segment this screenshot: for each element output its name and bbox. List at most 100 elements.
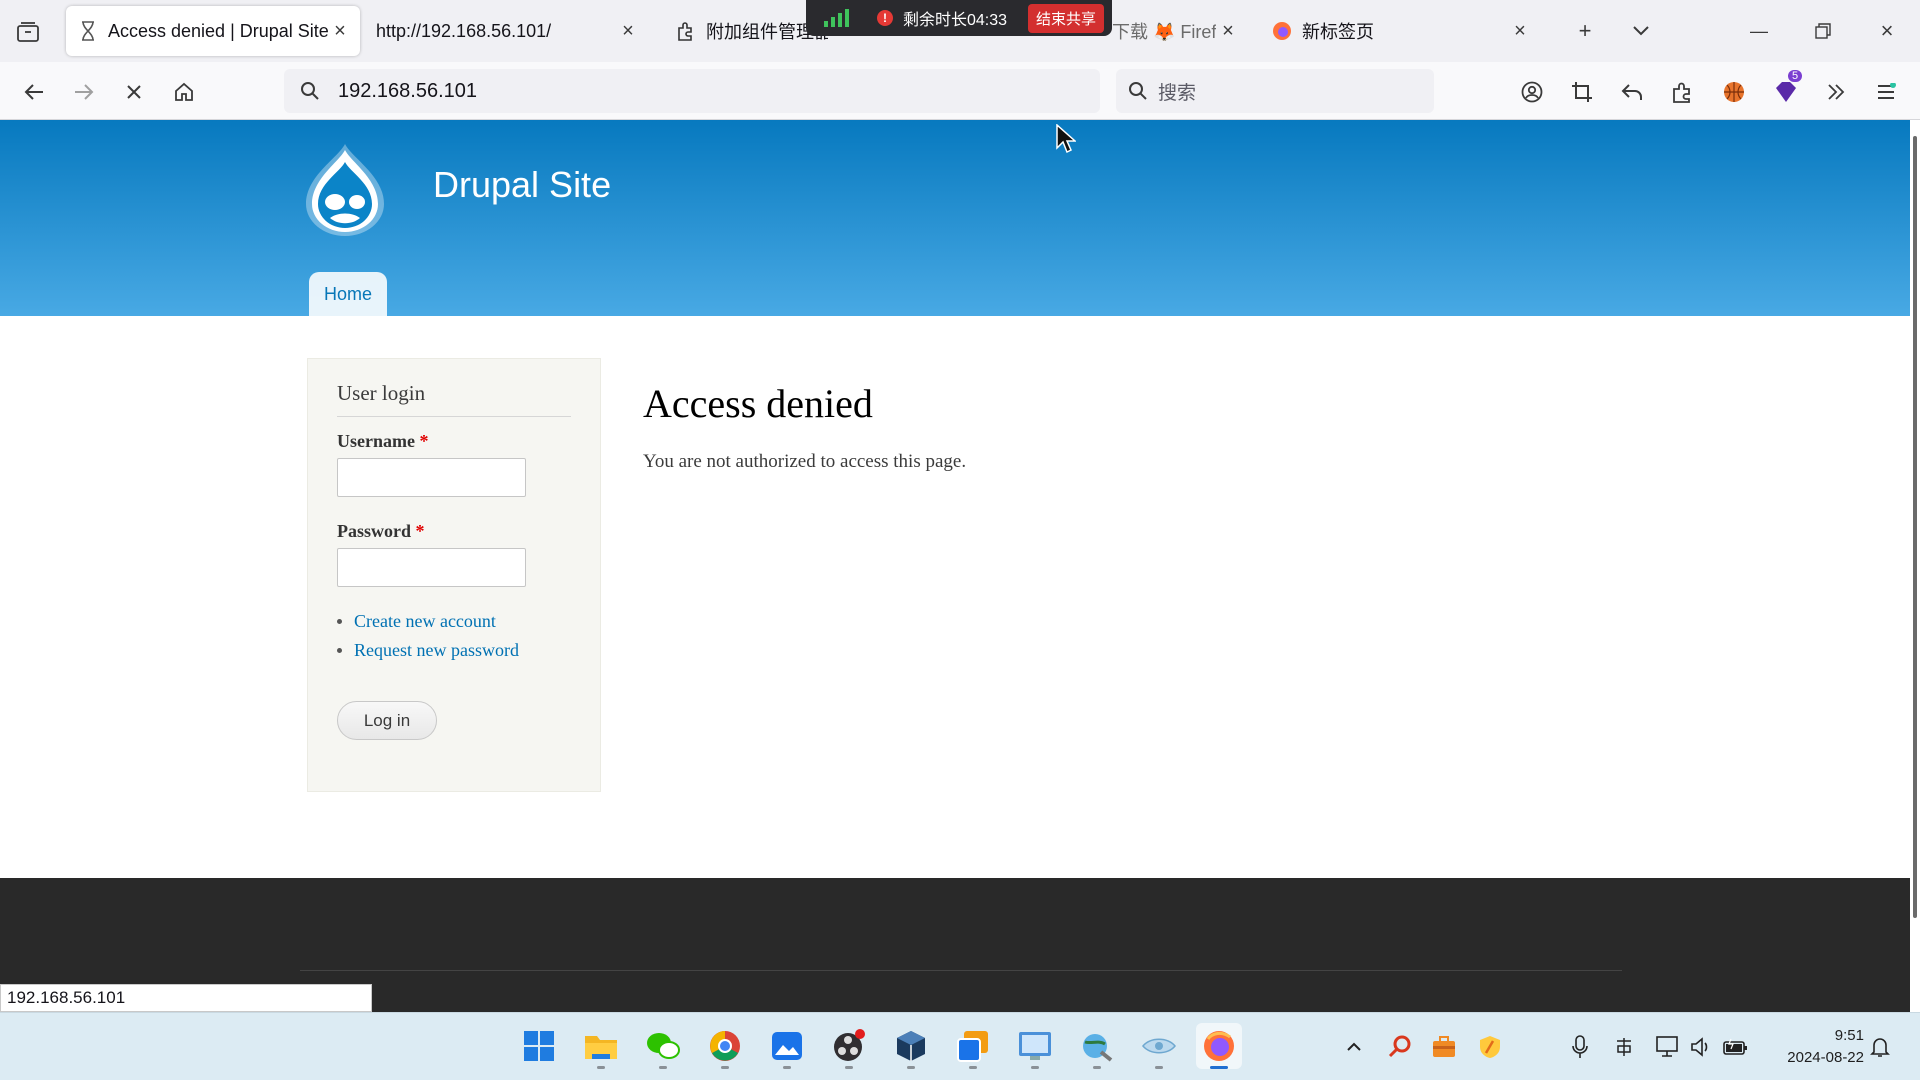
required-mark: *: [415, 521, 425, 541]
running-indicator: [907, 1066, 915, 1069]
monitor-network-icon: [1656, 1036, 1678, 1057]
running-indicator: [1093, 1066, 1101, 1069]
log-in-button[interactable]: Log in: [337, 701, 437, 740]
site-header: Drupal Site Home: [0, 120, 1910, 316]
taskbar-control-panel[interactable]: [1012, 1023, 1058, 1069]
scrollbar-thumb[interactable]: [1913, 136, 1917, 918]
taskbar-wechat[interactable]: [640, 1023, 686, 1069]
url-text: 192.168.56.101: [338, 79, 478, 102]
restore-icon: [1815, 23, 1831, 39]
account-button[interactable]: [1514, 74, 1550, 110]
system-clock[interactable]: 9:51 2024-08-22: [1768, 1025, 1864, 1069]
url-bar[interactable]: 192.168.56.101: [284, 69, 1100, 113]
status-bar-url: 192.168.56.101: [0, 984, 372, 1012]
username-field[interactable]: [337, 458, 526, 497]
tray-battery[interactable]: [1722, 1033, 1750, 1061]
tab-close-icon[interactable]: ×: [618, 20, 638, 42]
site-name[interactable]: Drupal Site: [433, 164, 611, 206]
password-field[interactable]: [337, 548, 526, 587]
battery-icon: [1723, 1038, 1747, 1055]
end-share-button[interactable]: 结束共享: [1027, 3, 1104, 33]
basketball-icon: [1724, 82, 1744, 102]
forward-button[interactable]: [66, 74, 102, 110]
wechat-icon: [647, 1033, 680, 1059]
tab-close-icon[interactable]: ×: [1218, 20, 1238, 42]
plus-icon: +: [1578, 18, 1592, 43]
tab-access-denied[interactable]: Access denied | Drupal Site ×: [66, 6, 360, 56]
taskbar-chrome[interactable]: [702, 1023, 748, 1069]
user-login-block: User login Username * Password * Create …: [307, 358, 601, 792]
new-tab-button[interactable]: +: [1568, 14, 1602, 48]
extension-purple-button[interactable]: 5: [1768, 70, 1804, 110]
create-account-link[interactable]: Create new account: [354, 611, 496, 632]
minimize-button[interactable]: —: [1742, 14, 1776, 48]
taskbar-firefox[interactable]: [1196, 1023, 1242, 1069]
running-indicator: [1155, 1066, 1163, 1069]
puzzle-icon: [676, 21, 696, 41]
undo-button[interactable]: [1614, 74, 1650, 110]
tab-close-icon[interactable]: ×: [1510, 20, 1530, 42]
footer-divider: [300, 970, 1622, 971]
notifications-button[interactable]: [1866, 1033, 1894, 1061]
crop-icon: [1572, 82, 1592, 102]
photos-icon: [772, 1032, 802, 1060]
running-indicator: [1210, 1066, 1228, 1069]
page-scrollbar[interactable]: [1911, 120, 1920, 1012]
speaker-icon: [1691, 1037, 1708, 1057]
running-indicator: [845, 1066, 853, 1069]
menu-button[interactable]: [1868, 74, 1904, 110]
taskbar-virtualbox[interactable]: [888, 1023, 934, 1069]
undo-icon: [1621, 84, 1642, 100]
restore-button[interactable]: [1806, 14, 1840, 48]
list-item: Create new account: [337, 611, 571, 632]
start-button[interactable]: [516, 1023, 562, 1069]
tab-close-icon[interactable]: ×: [330, 20, 350, 42]
taskbar-eye-app[interactable]: [1136, 1023, 1182, 1069]
search-bar[interactable]: 搜索: [1116, 69, 1434, 113]
taskbar-app-orange[interactable]: [950, 1023, 996, 1069]
home-button[interactable]: [166, 74, 202, 110]
drupal-logo[interactable]: [302, 142, 388, 238]
stop-button[interactable]: [116, 74, 152, 110]
taskbar-photos[interactable]: [764, 1023, 810, 1069]
tray-input-method[interactable]: [1610, 1033, 1638, 1061]
extension-orange-button[interactable]: [1716, 74, 1752, 110]
bullet: [337, 619, 342, 624]
windows-taskbar: 9:51 2024-08-22: [0, 1012, 1920, 1080]
taskbar-file-explorer[interactable]: [578, 1023, 624, 1069]
running-indicator: [969, 1066, 977, 1069]
show-hidden-icons-button[interactable]: [1340, 1033, 1368, 1061]
tab-downloads[interactable]: 下载 🦊 Firef ×: [1100, 6, 1248, 56]
tab-ip-address[interactable]: http://192.168.56.101/ ×: [364, 6, 648, 56]
tray-microphone[interactable]: [1566, 1033, 1594, 1061]
taskbar-network-tool[interactable]: [1074, 1023, 1120, 1069]
close-icon: ×: [1880, 18, 1894, 43]
tray-search-tool[interactable]: [1386, 1033, 1414, 1061]
chevron-down-icon: [1633, 26, 1649, 36]
home-icon: [175, 82, 193, 101]
main-menu-home[interactable]: Home: [309, 272, 387, 316]
tabs-list-icon: [17, 22, 39, 42]
tray-volume[interactable]: [1688, 1033, 1716, 1061]
tray-folder-app[interactable]: [1430, 1033, 1458, 1061]
extensions-button[interactable]: [1664, 74, 1700, 110]
tab-new-tab[interactable]: 新标签页 ×: [1260, 6, 1540, 56]
list-all-tabs-button[interactable]: [12, 16, 44, 48]
web-page: Drupal Site Home User login Username * P…: [0, 120, 1910, 1012]
request-password-link[interactable]: Request new password: [354, 640, 519, 661]
folder-icon: [585, 1036, 617, 1059]
block-title: User login: [337, 381, 571, 417]
running-indicator: [721, 1066, 729, 1069]
tray-network[interactable]: [1654, 1033, 1682, 1061]
back-button[interactable]: [16, 74, 52, 110]
tray-shield-app[interactable]: [1476, 1033, 1504, 1061]
more-tools-button[interactable]: [1818, 74, 1854, 110]
required-mark: *: [419, 431, 429, 451]
tab-overflow-button[interactable]: [1624, 14, 1658, 48]
remaining-time: 剩余时长04:33: [903, 12, 1008, 29]
screenshot-button[interactable]: [1564, 74, 1600, 110]
navigation-toolbar: 192.168.56.101 搜索 5: [0, 62, 1920, 120]
microphone-icon: [1572, 1035, 1588, 1058]
taskbar-obs[interactable]: [826, 1023, 872, 1069]
close-window-button[interactable]: ×: [1870, 14, 1904, 48]
